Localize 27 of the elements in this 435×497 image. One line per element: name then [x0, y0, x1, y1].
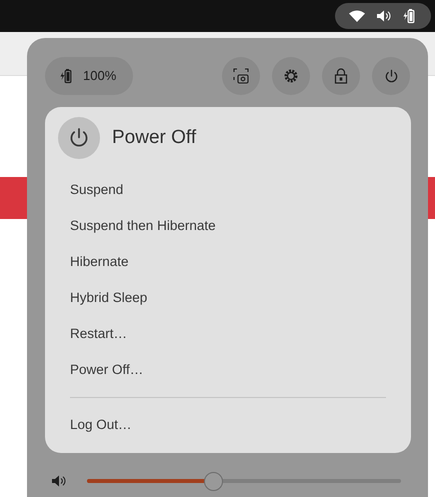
battery-icon	[60, 68, 74, 84]
menu-title: Power Off	[112, 126, 196, 150]
wifi-icon	[349, 10, 365, 22]
battery-pill[interactable]: 100%	[45, 57, 133, 95]
volume-icon	[52, 475, 66, 487]
settings-icon	[283, 68, 299, 84]
power-icon	[384, 68, 398, 84]
menu-item[interactable]: Suspend then Hibernate	[45, 208, 411, 244]
battery-percentage: 100%	[83, 67, 116, 86]
menu-item[interactable]: Suspend	[45, 172, 411, 208]
menu-item[interactable]: Restart…	[45, 316, 411, 352]
lock-button[interactable]	[322, 57, 360, 95]
battery-icon	[403, 8, 417, 24]
menu-item[interactable]: Hibernate	[45, 244, 411, 280]
screenshot-button[interactable]	[222, 57, 260, 95]
camera-icon	[233, 68, 249, 84]
volume-slider[interactable]	[87, 471, 401, 491]
slider-thumb[interactable]	[204, 472, 223, 490]
power-button[interactable]	[372, 57, 410, 95]
system-tray[interactable]	[335, 3, 431, 29]
menu-item[interactable]: Power Off…	[45, 352, 411, 388]
menu-item[interactable]: Hybrid Sleep	[45, 280, 411, 316]
settings-button[interactable]	[272, 57, 310, 95]
lock-icon	[334, 68, 348, 84]
menu-item[interactable]: Log Out…	[45, 407, 411, 443]
speaker-icon	[377, 10, 391, 22]
power-icon	[68, 127, 90, 149]
